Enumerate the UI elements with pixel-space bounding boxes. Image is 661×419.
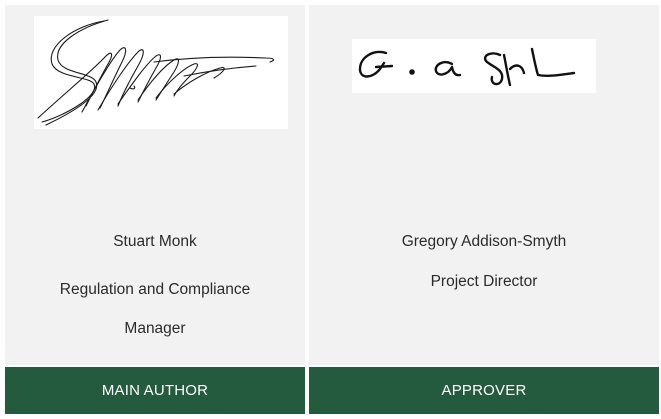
approver-title: Project Director xyxy=(430,273,538,290)
signature-table: Stuart Monk Regulation and Compliance Ma… xyxy=(0,0,661,419)
author-title: Regulation and Compliance Manager xyxy=(59,281,251,337)
author-name: Stuart Monk xyxy=(113,233,197,250)
author-info: Stuart Monk Regulation and Compliance Ma… xyxy=(5,230,305,348)
approver-column: Gregory Addison-Smyth Project Director A… xyxy=(309,5,659,414)
author-signature-image xyxy=(37,19,275,126)
approver-panel: Gregory Addison-Smyth Project Director xyxy=(309,5,659,365)
author-role-footer: MAIN AUTHOR xyxy=(5,367,305,414)
approver-name: Gregory Addison-Smyth xyxy=(401,233,567,250)
author-panel: Stuart Monk Regulation and Compliance Ma… xyxy=(5,5,305,365)
author-column: Stuart Monk Regulation and Compliance Ma… xyxy=(5,5,305,414)
author-signature xyxy=(34,16,288,129)
approver-role-footer: APPROVER xyxy=(309,367,659,414)
approver-signature-image xyxy=(358,47,576,87)
approver-info: Gregory Addison-Smyth Project Director xyxy=(309,230,659,310)
approver-signature xyxy=(352,39,596,93)
